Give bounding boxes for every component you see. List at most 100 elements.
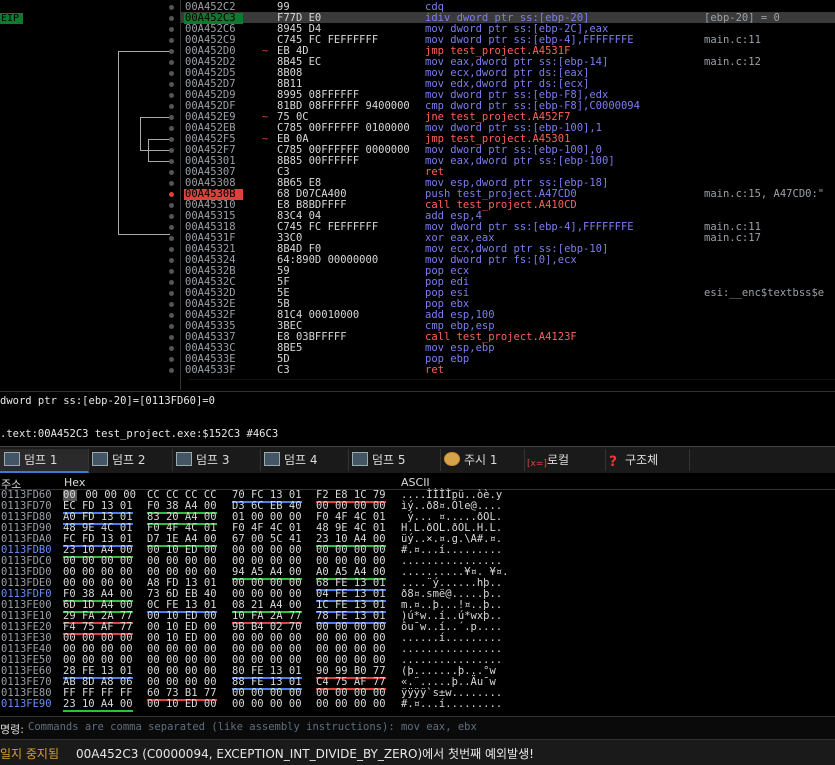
disasm-row[interactable]: 00A452C3 F77D E0 idiv dword ptr ss:[ebp-20…	[0, 13, 835, 24]
breakpoint-dot[interactable]	[169, 269, 174, 274]
jump-arrow-icon: ~	[262, 45, 269, 57]
breakpoint-dot[interactable]	[169, 5, 174, 10]
breakpoint-dot[interactable]	[169, 49, 174, 54]
horizontal-scrollbar[interactable]: ◀	[188, 379, 835, 380]
breakpoint-dot[interactable]	[169, 137, 174, 142]
hex-group[interactable]: 00 00 00 00	[232, 699, 302, 710]
disassembly-pane[interactable]: EIP 00A452C2 99 cdq 00A452C3 F77D E0 idiv dwo…	[0, 0, 835, 380]
breakpoint-dot[interactable]	[169, 280, 174, 285]
breakpoint-dot[interactable]	[169, 346, 174, 351]
instruction-bytes: 8BE5	[277, 342, 303, 354]
disasm-row[interactable]: 00A452E9 ~75 0C jne test_project.A452F7	[0, 112, 835, 123]
dump-row[interactable]: 0113FE90 23 10 A4 00 00 10 ED 00 00 00 00 0…	[0, 698, 835, 712]
tab-label: 덤프 3	[196, 453, 230, 467]
breakpoint-dot[interactable]	[169, 82, 174, 87]
dump-header-ascii: ASCII	[401, 476, 430, 489]
disasm-row[interactable]: 00A45335 3BEC cmp ebp,esp	[0, 321, 835, 332]
instruction-text: ret	[425, 364, 444, 376]
breakpoint-dot[interactable]	[169, 16, 174, 21]
breakpoint-dot[interactable]	[169, 368, 174, 373]
disasm-row[interactable]: 00A452C9 C745 FC FEFFFFFF mov dword ptr ss…	[0, 35, 835, 46]
jump-arrow-icon: ~	[262, 111, 269, 123]
breakpoint-dot[interactable]	[169, 335, 174, 340]
disasm-row[interactable]: 00A4532F 81C4 00010000 add esp,100	[0, 310, 835, 321]
pane-divider[interactable]	[180, 0, 181, 390]
tab-4[interactable]: 덤프 4	[260, 449, 349, 471]
tab-8[interactable]: ? 구조체	[605, 449, 690, 471]
watch-icon	[444, 452, 460, 466]
disasm-row[interactable]: 00A4532D 5E pop esi esi:__enc$textbss$e	[0, 288, 835, 299]
instruction-comment: [ebp-20] = 0	[704, 12, 780, 24]
disasm-row[interactable]: 00A452DF 81BD 08FFFFFF 9400000 cmp dword p…	[0, 101, 835, 112]
disasm-row[interactable]: 00A45301 8B85 00FFFFFF mov eax,dword ptr s…	[0, 156, 835, 167]
disasm-row[interactable]: 00A45321 8B4D F0 mov ecx,dword ptr ss:[ebp…	[0, 244, 835, 255]
ascii-text: #.¤...í.........	[401, 698, 503, 710]
status-state: 일지 중지됨	[0, 747, 60, 761]
dump-pane[interactable]: 주소 Hex ASCII 0113FD60 00 00 00 00 CC CC CC…	[0, 473, 835, 716]
status-bar: 일지 중지됨 00A452C3 (C0000094, EXCEPTION_INT…	[0, 739, 835, 765]
disasm-row[interactable]: 00A4533E 5D pop ebp	[0, 354, 835, 365]
breakpoint-dot[interactable]	[169, 104, 174, 109]
tab-1[interactable]: 덤프 1	[0, 449, 89, 473]
breakpoint-dot[interactable]	[169, 148, 174, 153]
disasm-row[interactable]: 00A452D7 8B11 mov edx,dword ptr ds:[ecx]	[0, 79, 835, 90]
info-line-location: .text:00A452C3 test_project.exe:$152C3 #…	[0, 428, 279, 440]
tab-label: 덤프 2	[112, 453, 146, 467]
breakpoint-dot[interactable]	[169, 170, 174, 175]
tab-label: 덤프 1	[24, 453, 58, 467]
disasm-row[interactable]: 00A452D2 8B45 EC mov eax,dword ptr ss:[ebp…	[0, 57, 835, 68]
command-input[interactable]: Commands are comma separated (like assem…	[28, 721, 477, 733]
breakpoint-dot[interactable]	[169, 27, 174, 32]
breakpoint-dot[interactable]	[169, 357, 174, 362]
disasm-row[interactable]: 00A452EB C785 00FFFFFF 0100000 mov dword p…	[0, 123, 835, 134]
disasm-row[interactable]: 00A452D5 8B08 mov ecx,dword ptr ds:[eax]	[0, 68, 835, 79]
tab-2[interactable]: 덤프 2	[88, 449, 173, 471]
disasm-row[interactable]: 00A4533F C3 ret	[0, 365, 835, 376]
breakpoint-dot[interactable]	[169, 181, 174, 186]
tab-7[interactable]: [x=]로컬	[523, 449, 606, 471]
dump-icon	[4, 452, 20, 466]
disasm-row[interactable]: 00A4532E 5B pop ebx	[0, 299, 835, 310]
hex-group[interactable]: 00 00 00 00	[316, 699, 386, 710]
breakpoint-dot[interactable]	[169, 324, 174, 329]
breakpoint-dot[interactable]	[169, 225, 174, 230]
disasm-row[interactable]: 00A4533C 8BE5 mov esp,ebp	[0, 343, 835, 354]
disasm-row[interactable]: 00A452F7 C785 00FFFFFF 0000000 mov dword p…	[0, 145, 835, 156]
disasm-row[interactable]: 00A45324 64:890D 00000000 mov dword ptr fs…	[0, 255, 835, 266]
breakpoint-dot[interactable]	[169, 247, 174, 252]
scroll-left-icon[interactable]: ◀	[188, 379, 193, 380]
instruction-bytes: 5F	[277, 276, 290, 288]
disasm-row[interactable]: 00A4531F 33C0 xor eax,eax main.c:17	[0, 233, 835, 244]
breakpoint-dot[interactable]	[169, 126, 174, 131]
tab-5[interactable]: 덤프 5	[348, 449, 441, 471]
disasm-row[interactable]: 00A452D9 8995 08FFFFFF mov dword ptr ss:[e…	[0, 90, 835, 101]
instruction-comment: main.c:12	[704, 56, 761, 68]
disasm-row[interactable]: 00A45307 C3 ret	[0, 167, 835, 178]
hex-group[interactable]: 00 10 ED 00	[147, 699, 217, 710]
breakpoint-dot[interactable]	[169, 115, 174, 120]
breakpoint-dot[interactable]	[169, 236, 174, 241]
breakpoint-dot[interactable]	[169, 203, 174, 208]
breakpoint-dot[interactable]	[169, 38, 174, 43]
dump-icon	[352, 452, 368, 466]
disasm-row[interactable]: 00A45310 E8 B8BDFFFF call test_project.A41…	[0, 200, 835, 211]
disasm-row[interactable]: 00A4530B 68 D07CA400 push test_project.A47…	[0, 189, 835, 200]
breakpoint-dot[interactable]	[169, 302, 174, 307]
breakpoint-dot[interactable]	[169, 192, 174, 197]
tab-6[interactable]: 주시 1	[440, 449, 525, 471]
breakpoint-dot[interactable]	[169, 159, 174, 164]
breakpoint-dot[interactable]	[169, 291, 174, 296]
breakpoint-dot[interactable]	[169, 60, 174, 65]
breakpoint-dot[interactable]	[169, 313, 174, 318]
disasm-row[interactable]: 00A45337 E8 03BFFFFF call test_project.A41…	[0, 332, 835, 343]
struct-icon: ?	[609, 454, 618, 470]
disasm-row[interactable]: 00A4532B 59 pop ecx	[0, 266, 835, 277]
breakpoint-dot[interactable]	[169, 214, 174, 219]
dump-address: 0113FE90	[1, 698, 52, 710]
tab-3[interactable]: 덤프 3	[172, 449, 261, 471]
breakpoint-dot[interactable]	[169, 71, 174, 76]
breakpoint-dot[interactable]	[169, 93, 174, 98]
breakpoint-dot[interactable]	[169, 258, 174, 263]
disasm-row[interactable]: 00A452F5 ~ EB 0A jmp test_project.A45301	[0, 134, 835, 145]
hex-group[interactable]: 23 10 A4 00	[63, 699, 133, 712]
